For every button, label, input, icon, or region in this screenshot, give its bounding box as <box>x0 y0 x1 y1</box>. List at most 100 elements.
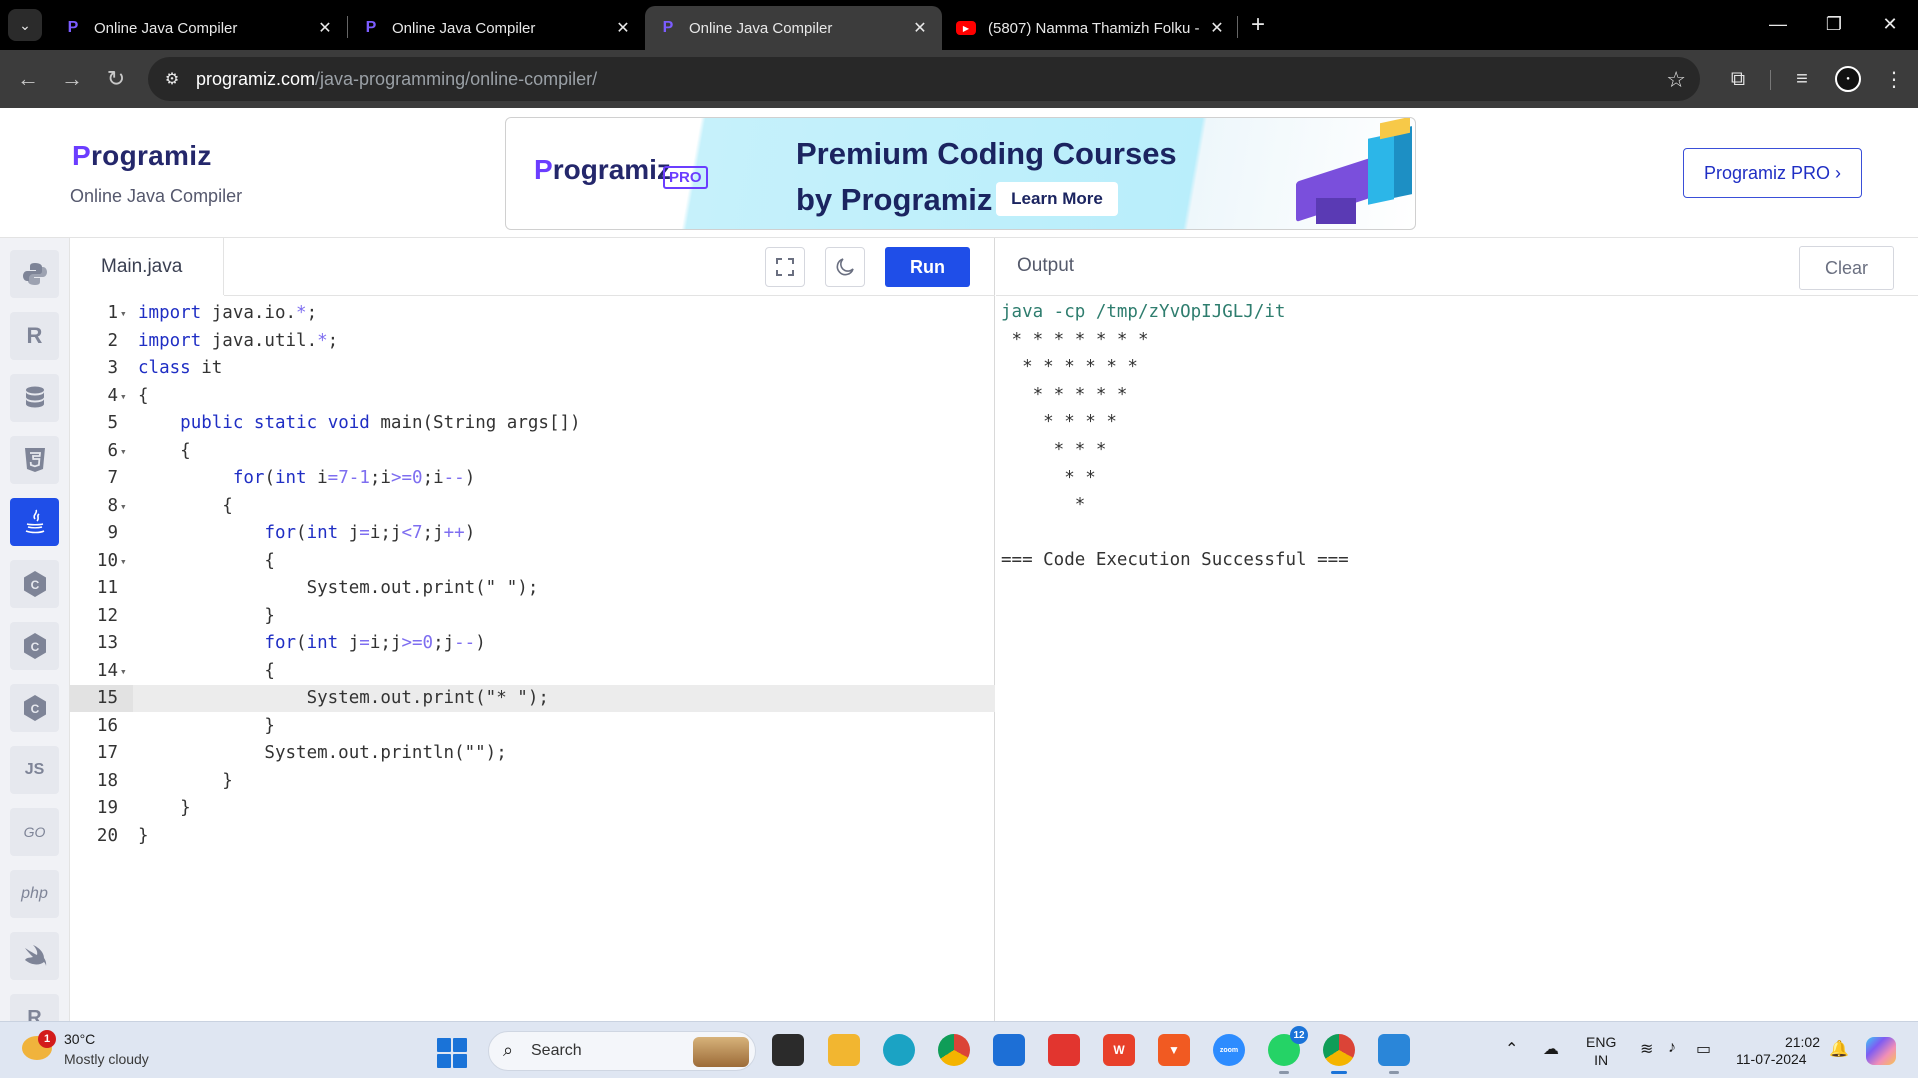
minimize-icon[interactable]: — <box>1758 8 1798 40</box>
html5-icon[interactable] <box>10 436 59 484</box>
extensions-icon[interactable]: ⧉ <box>1722 63 1754 95</box>
cpp-icon[interactable]: C <box>10 684 59 732</box>
ad-learn-more-button[interactable]: Learn More <box>996 182 1118 216</box>
fold-arrow-icon[interactable]: ▾ <box>120 548 127 575</box>
code-line[interactable]: 12 } <box>70 603 995 630</box>
media-control-icon[interactable]: ≡ <box>1786 63 1818 95</box>
code-line[interactable]: 2 import java.util.*; <box>70 328 995 355</box>
code-line[interactable]: 13 for(int j=i;j>=0;j--) <box>70 630 995 657</box>
code-line[interactable]: 4 ▾ { <box>70 383 995 410</box>
fold-arrow-icon[interactable]: ▾ <box>120 493 127 520</box>
code-line[interactable]: 8 ▾ { <box>70 493 995 520</box>
dark-mode-moon-icon[interactable] <box>825 247 865 287</box>
js-icon[interactable]: JS <box>10 746 59 794</box>
task-view-icon[interactable] <box>772 1034 804 1066</box>
fold-arrow-icon[interactable]: ▾ <box>120 438 127 465</box>
run-button[interactable]: Run <box>885 247 970 287</box>
programiz-pro-button[interactable]: Programiz PRO › <box>1683 148 1862 198</box>
wifi-icon[interactable]: ≋ <box>1640 1039 1653 1059</box>
code-line[interactable]: 10 ▾ { <box>70 548 995 575</box>
fold-arrow-icon[interactable]: ▾ <box>120 300 127 327</box>
code-line[interactable]: 18 } <box>70 768 995 795</box>
notification-bell-icon[interactable]: 🔔 <box>1829 1039 1849 1059</box>
brave-browser-icon[interactable]: ▼ <box>1158 1034 1190 1066</box>
forward-arrow-icon[interactable]: → <box>56 63 88 95</box>
code-line[interactable]: 20} <box>70 823 995 850</box>
code-line[interactable]: 3 class it <box>70 355 995 382</box>
zoom-icon[interactable]: zoom <box>1213 1034 1245 1066</box>
code-line[interactable]: 19 } <box>70 795 995 822</box>
new-tab-plus-icon[interactable]: + <box>1243 11 1273 39</box>
back-arrow-icon[interactable]: ← <box>12 63 44 95</box>
edge-icon[interactable] <box>883 1034 915 1066</box>
rust-icon[interactable]: R <box>10 994 59 1021</box>
code-line[interactable]: 6 ▾ { <box>70 438 995 465</box>
weather-description[interactable]: Mostly cloudy <box>64 1051 149 1067</box>
c-icon[interactable]: C <box>10 560 59 608</box>
fullscreen-icon[interactable] <box>765 247 805 287</box>
bookmark-star-icon[interactable]: ☆ <box>1666 67 1686 93</box>
kebab-menu-icon[interactable]: ⋮ <box>1878 63 1910 95</box>
notepad-icon[interactable] <box>1378 1034 1410 1074</box>
reload-icon[interactable]: ↻ <box>100 63 132 95</box>
browser-tab-1[interactable]: P Online Java Compiler ✕ <box>50 6 347 50</box>
chrome-profile-icon[interactable] <box>1323 1034 1355 1074</box>
site-info-icon[interactable]: ⚙ <box>160 67 184 91</box>
clock-time[interactable]: 21:02 <box>1772 1033 1820 1051</box>
anydesk-icon[interactable] <box>1048 1034 1080 1066</box>
browser-tab-4[interactable]: ▶ (5807) Namma Thamizh Folku - ✕ <box>942 6 1239 50</box>
code-line[interactable]: 15 System.out.print("* "); <box>70 685 995 712</box>
programiz-logo[interactable]: Programiz <box>72 140 212 172</box>
code-line[interactable]: 11 System.out.print(" "); <box>70 575 995 602</box>
fold-arrow-icon[interactable]: ▾ <box>120 658 127 685</box>
code-line[interactable]: 5 public static void main(String args[]) <box>70 410 995 437</box>
wps-office-icon[interactable]: W <box>1103 1034 1135 1066</box>
code-line[interactable]: 16 } <box>70 713 995 740</box>
chrome-icon[interactable] <box>938 1034 970 1066</box>
window-close-icon[interactable]: ✕ <box>1870 8 1910 40</box>
go-icon[interactable]: GO <box>10 808 59 856</box>
java-icon[interactable] <box>10 498 59 546</box>
close-icon[interactable]: ✕ <box>908 16 932 40</box>
swift-icon[interactable] <box>10 932 59 980</box>
tab-search-button[interactable]: ⌄ <box>8 9 42 41</box>
code-line[interactable]: 9 for(int j=i;j<7;j++) <box>70 520 995 547</box>
code-line[interactable]: 7 for(int i=7-1;i>=0;i--) <box>70 465 995 492</box>
battery-icon[interactable]: ▭ <box>1696 1039 1711 1059</box>
restore-icon[interactable]: ❐ <box>1814 8 1854 40</box>
code-area[interactable]: 1 ▾ import java.io.*; 2 import java.util.*; 3… <box>70 296 995 1021</box>
profile-avatar[interactable]: ● <box>1835 66 1861 92</box>
whatsapp-icon[interactable]: 12 <box>1268 1026 1308 1074</box>
address-bar[interactable]: ⚙ programiz.com/java-programming/online-… <box>148 57 1700 101</box>
browser-tab-2[interactable]: P Online Java Compiler ✕ <box>348 6 645 50</box>
url-text[interactable]: programiz.com/java-programming/online-co… <box>196 69 597 90</box>
microsoft-store-icon[interactable] <box>993 1034 1025 1066</box>
file-explorer-icon[interactable] <box>828 1034 860 1066</box>
ad-banner[interactable]: Programiz PRO Premium Coding Courses by … <box>505 117 1416 230</box>
close-icon[interactable]: ✕ <box>1205 16 1229 40</box>
python-icon[interactable] <box>10 250 59 298</box>
close-icon[interactable]: ✕ <box>611 16 635 40</box>
chevron-up-icon[interactable]: ⌃ <box>1505 1039 1518 1059</box>
clock-date[interactable]: 11-07-2024 <box>1736 1051 1807 1067</box>
input-language-indicator[interactable]: ENG IN <box>1586 1033 1616 1069</box>
onedrive-offline-icon[interactable]: ☁ <box>1543 1039 1559 1059</box>
output-console[interactable]: java -cp /tmp/zYvOpIJGLJ/it * * * * * * … <box>1001 299 1349 575</box>
database-icon[interactable] <box>10 374 59 422</box>
volume-icon[interactable]: ♪ <box>1668 1039 1676 1057</box>
code-line[interactable]: 14 ▾ { <box>70 658 995 685</box>
fold-arrow-icon[interactable]: ▾ <box>120 383 127 410</box>
r-icon[interactable]: R <box>10 312 59 360</box>
copilot-icon[interactable] <box>1866 1037 1896 1065</box>
file-tab-main-java[interactable]: Main.java <box>70 238 224 295</box>
browser-tab-3-active[interactable]: P Online Java Compiler ✕ <box>645 6 942 50</box>
code-line[interactable]: 17 System.out.println(""); <box>70 740 995 767</box>
weather-temperature[interactable]: 30°C <box>64 1031 95 1047</box>
php-icon[interactable]: php <box>10 870 59 918</box>
close-icon[interactable]: ✕ <box>313 16 337 40</box>
windows-start-icon[interactable] <box>437 1038 467 1068</box>
taskbar-search-box[interactable]: ⌕ Search <box>488 1031 756 1071</box>
code-line[interactable]: 1 ▾ import java.io.*; <box>70 300 995 327</box>
csharp-icon[interactable]: C <box>10 622 59 670</box>
clear-output-button[interactable]: Clear <box>1799 246 1894 290</box>
